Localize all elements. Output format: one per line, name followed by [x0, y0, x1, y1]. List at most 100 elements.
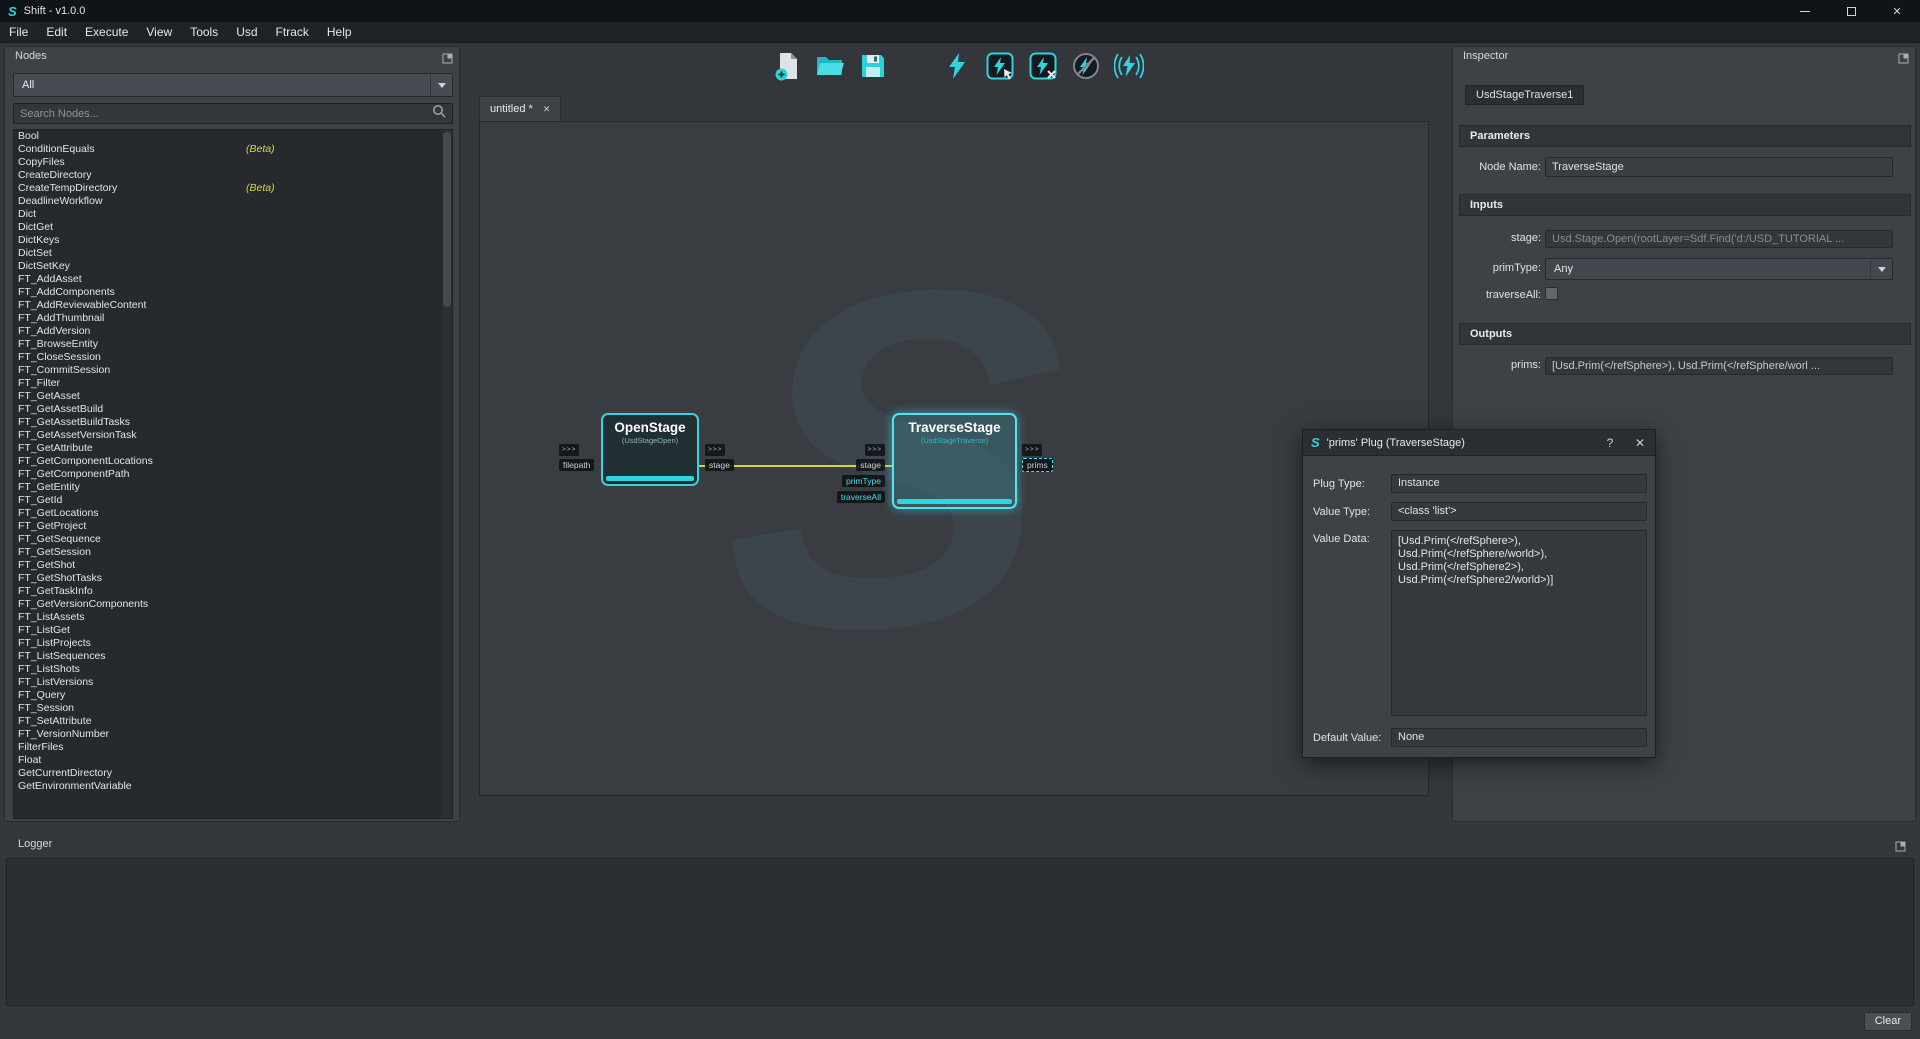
list-item[interactable]: GetEnvironmentVariable — [14, 780, 452, 793]
undock-icon[interactable] — [1898, 51, 1909, 62]
menu-help[interactable]: Help — [318, 22, 361, 43]
list-item[interactable]: FT_GetAssetBuild — [14, 403, 452, 416]
primtype-dropdown[interactable]: Any — [1545, 258, 1893, 280]
list-item[interactable]: Float — [14, 754, 452, 767]
list-item[interactable]: DictSet — [14, 247, 452, 260]
list-item[interactable]: Dict — [14, 208, 452, 221]
list-item[interactable]: CreateTempDirectory (Beta) — [14, 182, 452, 195]
port-filepath-input[interactable]: filepath — [559, 459, 594, 471]
list-item[interactable]: CopyFiles — [14, 156, 452, 169]
node-filter-dropdown[interactable]: All — [13, 73, 453, 97]
tab-close-icon[interactable]: ✕ — [543, 104, 551, 115]
scrollbar-track[interactable] — [442, 130, 452, 818]
list-item[interactable]: FT_GetShot — [14, 559, 452, 572]
dialog-close-button[interactable]: ✕ — [1625, 436, 1655, 450]
node-graph-canvas[interactable]: S OpenStage (UsdStageOpen) TraverseStage… — [479, 121, 1429, 796]
list-item[interactable]: FT_GetComponentLocations — [14, 455, 452, 468]
save-scene-icon[interactable] — [858, 51, 888, 81]
port-traverseall-input[interactable]: traverseAll — [837, 491, 885, 503]
list-item[interactable]: FT_GetLocations — [14, 507, 452, 520]
default-value-field[interactable]: None — [1391, 728, 1647, 747]
list-item[interactable]: DeadlineWorkflow — [14, 195, 452, 208]
list-item[interactable]: FilterFiles — [14, 741, 452, 754]
execute-icon[interactable] — [942, 51, 972, 81]
list-item[interactable]: FT_GetAssetVersionTask — [14, 429, 452, 442]
list-item[interactable]: FT_ListVersions — [14, 676, 452, 689]
list-item[interactable]: FT_AddAsset — [14, 273, 452, 286]
dialog-titlebar[interactable]: S 'prims' Plug (TraverseStage) ? ✕ — [1303, 430, 1655, 456]
menu-usd[interactable]: Usd — [227, 22, 266, 43]
open-scene-icon[interactable] — [815, 51, 845, 81]
list-item[interactable]: FT_CloseSession — [14, 351, 452, 364]
new-scene-icon[interactable] — [772, 51, 802, 81]
port-stage-output[interactable]: stage — [705, 459, 734, 471]
list-item[interactable]: GetCurrentDirectory — [14, 767, 452, 780]
list-item[interactable]: FT_GetAssetBuildTasks — [14, 416, 452, 429]
list-item[interactable]: FT_AddComponents — [14, 286, 452, 299]
menu-execute[interactable]: Execute — [76, 22, 137, 43]
menu-tools[interactable]: Tools — [181, 22, 227, 43]
list-item[interactable]: DictKeys — [14, 234, 452, 247]
list-item[interactable]: FT_ListShots — [14, 663, 452, 676]
traverseall-checkbox[interactable] — [1545, 287, 1558, 300]
list-item[interactable]: FT_VersionNumber — [14, 728, 452, 741]
graph-tab-untitled[interactable]: untitled * ✕ — [479, 96, 561, 121]
list-item[interactable]: DictSetKey — [14, 260, 452, 273]
port-stage-input[interactable]: stage — [856, 459, 885, 471]
list-item[interactable]: FT_ListProjects — [14, 637, 452, 650]
execute-disabled-icon[interactable] — [1071, 51, 1101, 81]
node-name-field[interactable] — [1545, 157, 1893, 177]
node-traversestage[interactable]: TraverseStage (UsdStageTraverse) — [892, 413, 1017, 509]
list-item[interactable]: FT_ListAssets — [14, 611, 452, 624]
list-item[interactable]: FT_GetAsset — [14, 390, 452, 403]
close-button[interactable]: ✕ — [1874, 0, 1920, 22]
list-item[interactable]: ConditionEquals (Beta) — [14, 143, 452, 156]
value-type-field[interactable]: <class 'list'> — [1391, 502, 1647, 521]
list-item[interactable]: Bool — [14, 130, 452, 143]
list-item[interactable]: DictGet — [14, 221, 452, 234]
list-item[interactable]: FT_Filter — [14, 377, 452, 390]
dialog-help-button[interactable]: ? — [1595, 436, 1625, 450]
menu-view[interactable]: View — [137, 22, 181, 43]
list-item[interactable]: FT_SetAttribute — [14, 715, 452, 728]
stage-value-field[interactable]: Usd.Stage.Open(rootLayer=Sdf.Find('d:/US… — [1545, 230, 1893, 248]
clear-log-button[interactable]: Clear — [1864, 1012, 1912, 1031]
titlebar[interactable]: S Shift - v1.0.0 ✕ — [0, 0, 1920, 22]
list-item[interactable]: FT_GetEntity — [14, 481, 452, 494]
undock-icon[interactable] — [442, 51, 453, 62]
list-item[interactable]: CreateDirectory — [14, 169, 452, 182]
menu-file[interactable]: File — [0, 22, 37, 43]
list-item[interactable]: FT_AddVersion — [14, 325, 452, 338]
maximize-button[interactable] — [1828, 0, 1874, 22]
list-item[interactable]: FT_GetId — [14, 494, 452, 507]
execute-selected-icon[interactable] — [985, 51, 1015, 81]
plug-type-field[interactable]: Instance — [1391, 474, 1647, 493]
execute-cancel-icon[interactable] — [1028, 51, 1058, 81]
search-input[interactable] — [14, 108, 432, 120]
list-item[interactable]: FT_GetAttribute — [14, 442, 452, 455]
list-item[interactable]: FT_GetSession — [14, 546, 452, 559]
value-data-field[interactable]: [Usd.Prim(</refSphere>), Usd.Prim(</refS… — [1391, 530, 1647, 716]
live-execute-icon[interactable] — [1114, 51, 1144, 81]
list-item[interactable]: FT_CommitSession — [14, 364, 452, 377]
port-primtype-input[interactable]: primType — [842, 475, 885, 487]
logger-output[interactable] — [6, 858, 1914, 1006]
prims-value-field[interactable]: [Usd.Prim(</refSphere>), Usd.Prim(</refS… — [1545, 357, 1893, 375]
list-item[interactable]: FT_ListSequences — [14, 650, 452, 663]
list-item[interactable]: FT_GetShotTasks — [14, 572, 452, 585]
list-item[interactable]: FT_AddThumbnail — [14, 312, 452, 325]
menu-edit[interactable]: Edit — [37, 22, 76, 43]
list-item[interactable]: FT_ListGet — [14, 624, 452, 637]
list-item[interactable]: FT_GetSequence — [14, 533, 452, 546]
scrollbar-thumb[interactable] — [443, 132, 451, 307]
list-item[interactable]: FT_GetVersionComponents — [14, 598, 452, 611]
node-openstage[interactable]: OpenStage (UsdStageOpen) — [601, 413, 699, 486]
port-prims-output[interactable]: prims — [1022, 458, 1053, 472]
list-item[interactable]: FT_AddReviewableContent — [14, 299, 452, 312]
list-item[interactable]: FT_Session — [14, 702, 452, 715]
list-item[interactable]: FT_BrowseEntity — [14, 338, 452, 351]
menu-ftrack[interactable]: Ftrack — [267, 22, 318, 43]
list-item[interactable]: FT_GetComponentPath — [14, 468, 452, 481]
list-item[interactable]: FT_GetProject — [14, 520, 452, 533]
list-item[interactable]: FT_Query — [14, 689, 452, 702]
